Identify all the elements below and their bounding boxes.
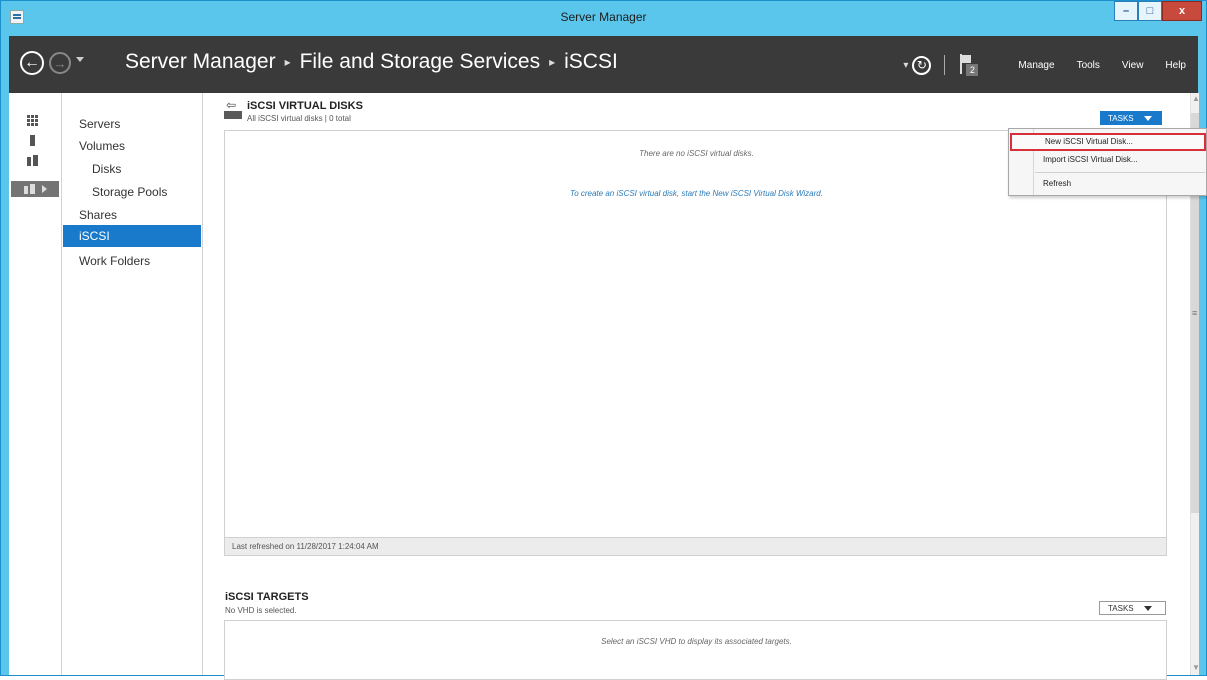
nav-item-shares[interactable]: Shares — [63, 204, 201, 226]
menu-help[interactable]: Help — [1165, 60, 1186, 71]
notification-flag-icon[interactable]: 2 — [958, 54, 980, 76]
nav-item-servers[interactable]: Servers — [63, 113, 201, 135]
storage-icon — [24, 184, 35, 194]
menu-separator — [1035, 172, 1205, 173]
targets-title: iSCSI TARGETS — [225, 591, 309, 603]
nav-item-iscsi[interactable]: iSCSI — [63, 225, 201, 247]
scroll-down-icon[interactable]: ▼ — [1192, 663, 1200, 672]
refresh-dropdown-icon[interactable]: ▾ — [903, 60, 908, 71]
tasks-label: TASKS — [1108, 603, 1134, 613]
targets-empty-message: Select an iSCSI VHD to display its assoc… — [601, 637, 792, 646]
nav-item-work-folders[interactable]: Work Folders — [63, 250, 201, 272]
breadcrumb-separator-icon: ▸ — [549, 55, 556, 69]
iscsi-virtual-disk-icon: ⇦ — [224, 99, 242, 119]
virtual-disks-tasks-button[interactable]: TASKS — [1100, 111, 1162, 125]
expand-arrow-icon — [42, 185, 47, 193]
header-actions: ▾ ↻ 2 Manage Tools View Help — [903, 51, 1186, 79]
file-storage-services-icon[interactable] — [11, 181, 59, 197]
all-servers-icon[interactable] — [27, 155, 38, 166]
title-bar[interactable]: Server Manager – □ x — [1, 1, 1206, 36]
scroll-grip-icon: ≡ — [1192, 308, 1198, 318]
nav-item-volumes[interactable]: Volumes — [63, 135, 201, 157]
refresh-icon[interactable]: ↻ — [912, 55, 932, 75]
menu-tools[interactable]: Tools — [1077, 60, 1100, 71]
dashboard-icon[interactable] — [27, 115, 38, 126]
targets-tasks-button[interactable]: TASKS — [1099, 601, 1166, 615]
server-manager-window: Server Manager – □ x ← → Server Manager … — [0, 0, 1207, 680]
virtual-disks-subtitle: All iSCSI virtual disks | 0 total — [247, 114, 351, 123]
breadcrumb-file-and-storage-services[interactable]: File and Storage Services — [300, 50, 540, 74]
navigation-panel: Servers Volumes Disks Storage Pools Shar… — [62, 93, 203, 675]
tasks-label: TASKS — [1108, 113, 1134, 123]
targets-subtitle: No VHD is selected. — [225, 606, 297, 615]
breadcrumb-separator-icon: ▸ — [284, 55, 291, 69]
forward-arrow-icon[interactable]: → — [49, 52, 71, 74]
minimize-button[interactable]: – — [1114, 1, 1138, 21]
menu-item-import-iscsi-virtual-disk[interactable]: Import iSCSI Virtual Disk... — [1010, 151, 1206, 169]
nav-item-disks[interactable]: Disks — [63, 158, 201, 180]
chevron-down-icon — [1143, 605, 1152, 611]
disk-icon — [224, 111, 242, 119]
icon-rail — [9, 93, 62, 675]
breadcrumb-server-manager[interactable]: Server Manager — [125, 50, 276, 74]
targets-list[interactable]: Select an iSCSI VHD to display its assoc… — [224, 620, 1167, 680]
history-dropdown-icon[interactable] — [76, 57, 84, 62]
close-button[interactable]: x — [1162, 1, 1202, 21]
virtual-disks-title: iSCSI VIRTUAL DISKS — [247, 100, 363, 112]
header-bar: ← → Server Manager ▸ File and Storage Se… — [9, 36, 1198, 93]
header-divider — [944, 55, 946, 75]
breadcrumb-iscsi: iSCSI — [564, 50, 618, 73]
arrow-icon: ⇦ — [226, 98, 237, 112]
window-controls: – □ x — [1114, 1, 1202, 23]
menu-view[interactable]: View — [1122, 60, 1144, 71]
window-title: Server Manager — [560, 10, 647, 24]
maximize-button[interactable]: □ — [1138, 1, 1162, 21]
flag-cloth — [962, 55, 972, 63]
menu-item-refresh[interactable]: Refresh — [1010, 175, 1206, 193]
chevron-down-icon — [1143, 115, 1152, 121]
local-server-icon[interactable] — [30, 135, 35, 146]
notification-count-badge: 2 — [966, 64, 979, 76]
breadcrumb: Server Manager ▸ File and Storage Servic… — [125, 50, 618, 74]
menu-item-new-iscsi-virtual-disk[interactable]: New iSCSI Virtual Disk... — [1010, 133, 1206, 151]
back-arrow-icon[interactable]: ← — [20, 51, 44, 75]
menu-manage[interactable]: Manage — [1018, 60, 1054, 71]
scroll-up-icon[interactable]: ▲ — [1192, 94, 1200, 103]
tasks-dropdown-menu: New iSCSI Virtual Disk... Import iSCSI V… — [1008, 128, 1207, 196]
nav-item-storage-pools[interactable]: Storage Pools — [63, 181, 201, 203]
last-refreshed-status: Last refreshed on 11/28/2017 1:24:04 AM — [225, 537, 1166, 555]
